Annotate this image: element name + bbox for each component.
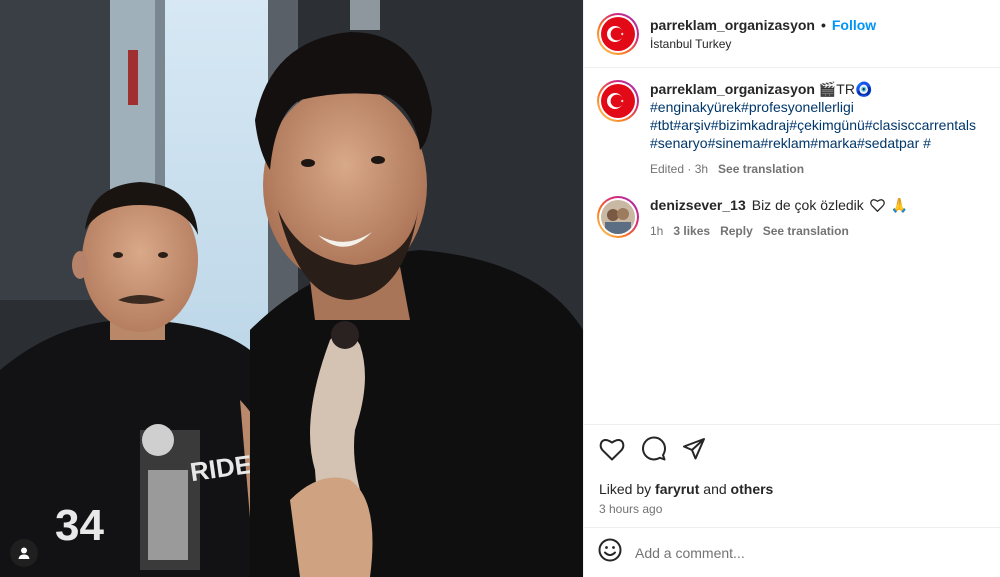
comment-age: 1h	[650, 224, 664, 238]
heart-icon[interactable]	[599, 437, 625, 466]
caption-hashtags[interactable]: #senaryo#sinema#reklam#marka#sedatpar #	[650, 135, 931, 151]
see-translation-link[interactable]: See translation	[763, 222, 849, 240]
post-actions: Liked by faryrut and others 3 hours ago	[584, 424, 1000, 527]
location-link[interactable]: İstanbul Turkey	[650, 37, 876, 51]
reply-button[interactable]: Reply	[720, 222, 753, 240]
commenter-photo	[601, 200, 635, 234]
comment-input[interactable]	[635, 544, 935, 561]
likes-summary: Liked by faryrut and others	[599, 481, 985, 497]
comment-icon[interactable]	[641, 436, 666, 466]
post-photo[interactable]: 34 RIDE	[0, 0, 583, 577]
turkish-flag-icon	[601, 16, 635, 51]
turkish-flag-icon	[601, 84, 635, 118]
post-side-panel: parreklam_organizasyon • Follow İstanbul…	[583, 0, 1000, 577]
post-header: parreklam_organizasyon • Follow İstanbul…	[584, 0, 1000, 68]
commenter-avatar[interactable]	[597, 196, 639, 238]
shirt-number: 34	[55, 501, 104, 550]
commenter-username[interactable]: denizsever_13	[650, 196, 746, 214]
caption-hashtags[interactable]: #tbt#arşiv#bizimkadraj#çekimgünü#clasisc…	[650, 117, 976, 133]
post-timestamp[interactable]: 3 hours ago	[599, 502, 985, 516]
caption-hashtags[interactable]: #enginakyürek#profesyonellerligi	[650, 99, 854, 115]
caption-avatar[interactable]	[597, 80, 639, 122]
follow-button[interactable]: Follow	[832, 17, 876, 33]
see-translation-link[interactable]: See translation	[718, 160, 804, 178]
add-comment-bar	[584, 527, 1000, 577]
comment-likes[interactable]: 3 likes	[673, 222, 710, 240]
caption: parreklam_organizasyon 🎬TR🧿 #enginakyüre…	[597, 80, 987, 178]
comment-text: Biz de çok özledik	[751, 197, 864, 213]
separator-dot: •	[820, 16, 826, 33]
tag-people-icon[interactable]	[10, 539, 38, 567]
header-username[interactable]: parreklam_organizasyon	[650, 17, 815, 33]
avatar[interactable]	[597, 12, 639, 55]
liked-by-others[interactable]: others	[731, 481, 774, 497]
emoji-icon[interactable]	[598, 538, 622, 567]
selfie-image: 34 RIDE	[0, 0, 583, 577]
liked-by-and: and	[703, 481, 727, 497]
liked-by-user[interactable]: faryrut	[655, 481, 699, 497]
outline-heart-icon	[869, 198, 885, 212]
caption-username[interactable]: parreklam_organizasyon	[650, 81, 815, 97]
caption-edited-time: Edited · 3h	[650, 162, 709, 176]
comment-emoji: 🙏	[890, 197, 909, 213]
comments-section: parreklam_organizasyon 🎬TR🧿 #enginakyüre…	[584, 68, 1000, 424]
comment-item: denizsever_13 Biz de çok özledik 🙏 1h 3 …	[597, 196, 987, 240]
caption-badge: 🎬TR🧿	[818, 81, 873, 97]
share-icon[interactable]	[682, 437, 706, 466]
liked-by-prefix: Liked by	[599, 481, 652, 497]
